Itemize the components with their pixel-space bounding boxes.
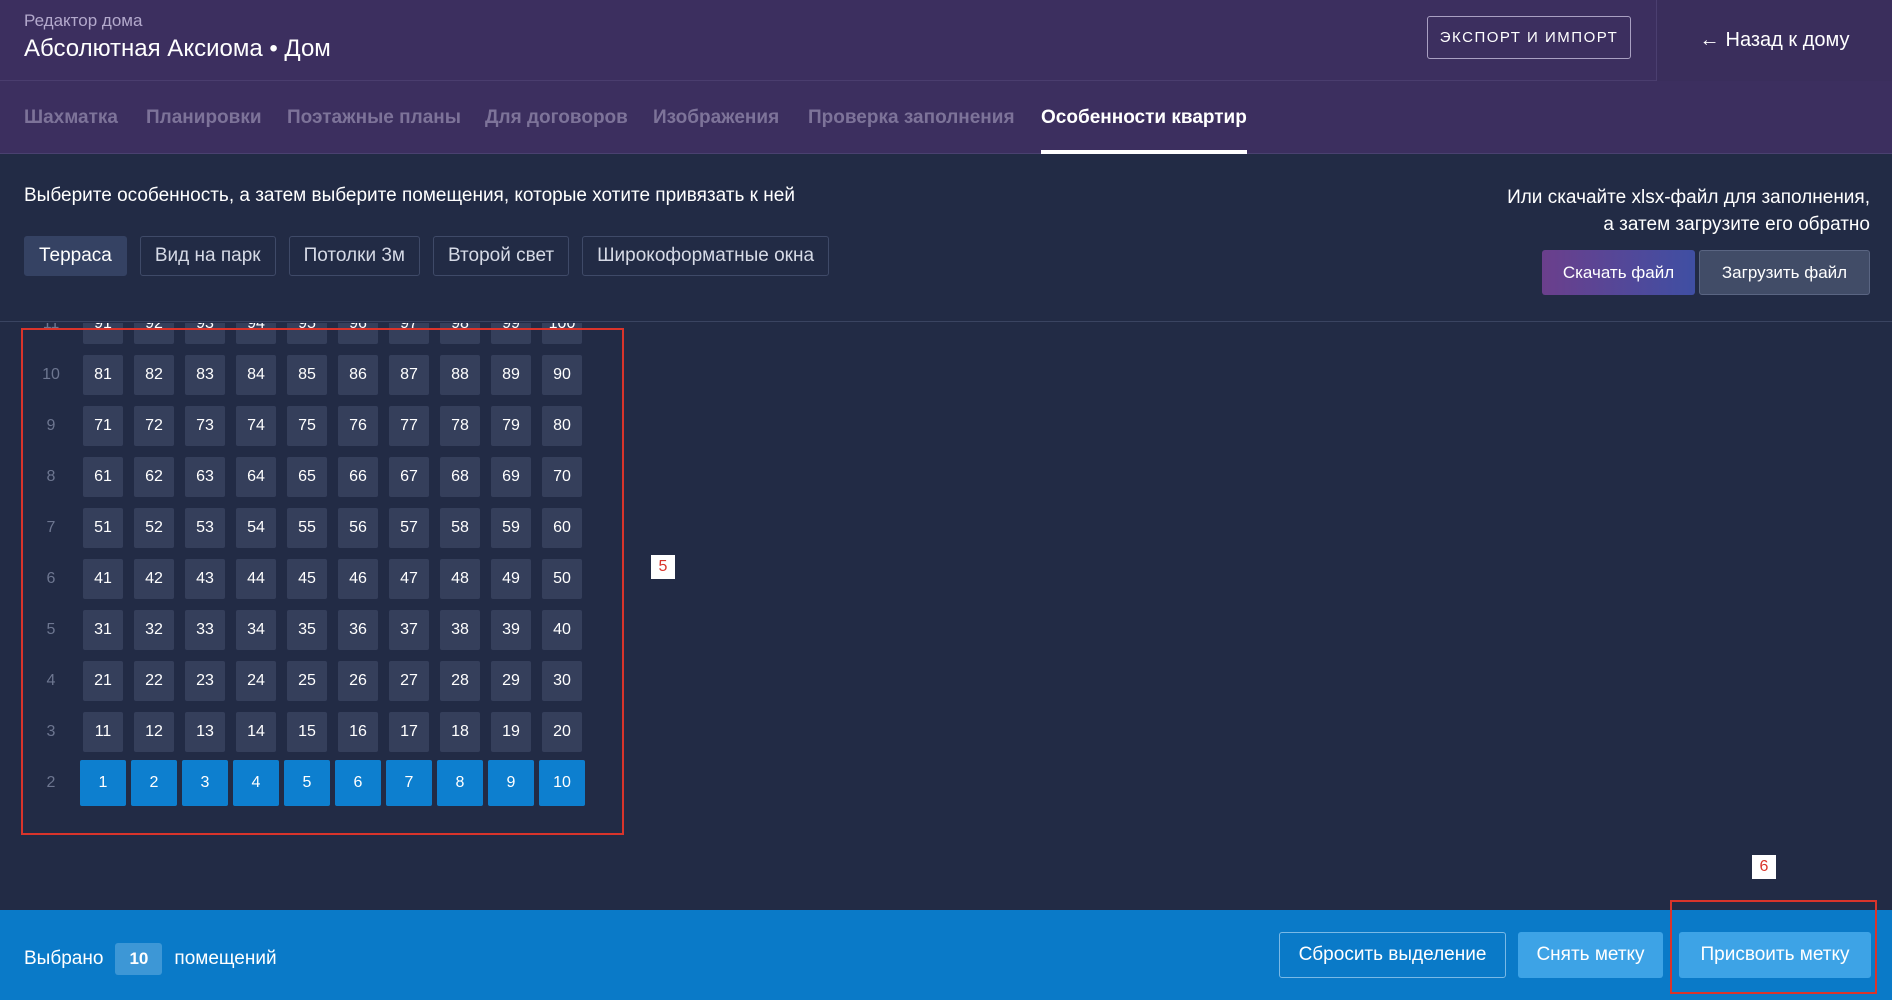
download-file-button[interactable]: Скачать файл bbox=[1542, 250, 1695, 295]
back-label: Назад к дому bbox=[1725, 29, 1850, 51]
selected-suffix: помещений bbox=[174, 948, 277, 969]
annotation-label-assign: 6 bbox=[1752, 855, 1776, 879]
arrow-left-icon: ← bbox=[1699, 29, 1720, 51]
tab-chessboard[interactable]: Шахматка bbox=[24, 81, 118, 154]
feature-chip-wide-windows[interactable]: Широкоформатные окна bbox=[582, 236, 830, 276]
tab-fill-check[interactable]: Проверка заполнения bbox=[808, 81, 1015, 154]
download-hint: Или скачайте xlsx-файл для заполнения, а… bbox=[1507, 184, 1870, 238]
feature-chip-second-light[interactable]: Второй свет bbox=[432, 236, 570, 276]
feature-instructions: Выберите особенность, а затем выберите п… bbox=[24, 185, 795, 206]
reset-selection-button[interactable]: Сбросить выделение bbox=[1279, 932, 1506, 978]
feature-chip-terrace[interactable]: Терраса bbox=[24, 236, 127, 276]
header-bar: Редактор дома Абсолютная Аксиома • Дом Э… bbox=[0, 0, 1892, 81]
tab-apartment-features[interactable]: Особенности квартир bbox=[1041, 81, 1247, 154]
selected-count-badge: 10 bbox=[115, 943, 163, 975]
upload-file-button[interactable]: Загрузить файл bbox=[1699, 250, 1870, 295]
back-to-house-button[interactable]: ← Назад к дому bbox=[1656, 0, 1892, 81]
feature-chips: Терраса Вид на парк Потолки 3м Второй св… bbox=[24, 236, 830, 276]
remove-tag-button[interactable]: Снять метку bbox=[1518, 932, 1663, 978]
annotation-box-assign bbox=[1670, 900, 1877, 994]
tab-images[interactable]: Изображения bbox=[653, 81, 779, 154]
annotation-box-grid bbox=[21, 328, 624, 835]
tab-floor-plans[interactable]: Поэтажные планы bbox=[287, 81, 461, 154]
tab-contracts[interactable]: Для договоров bbox=[485, 81, 628, 154]
feature-chip-ceilings[interactable]: Потолки 3м bbox=[288, 236, 420, 276]
selection-bar: Выбрано 10 помещений Сбросить выделение … bbox=[0, 910, 1892, 1000]
selection-summary: Выбрано 10 помещений bbox=[24, 943, 277, 975]
tab-layouts[interactable]: Планировки bbox=[146, 81, 262, 154]
page-subtitle: Редактор дома bbox=[24, 11, 143, 30]
selected-prefix: Выбрано bbox=[24, 948, 104, 969]
download-hint-line-2: а затем загрузите его обратно bbox=[1603, 214, 1870, 235]
feature-chip-park-view[interactable]: Вид на парк bbox=[139, 236, 276, 276]
annotation-label-grid: 5 bbox=[651, 555, 675, 579]
download-hint-line-1: Или скачайте xlsx-файл для заполнения, bbox=[1507, 187, 1870, 208]
tab-bar: Шахматка Планировки Поэтажные планы Для … bbox=[0, 81, 1892, 154]
export-import-button[interactable]: ЭКСПОРТ И ИМПОРТ bbox=[1427, 16, 1631, 59]
feature-panel: Выберите особенность, а затем выберите п… bbox=[0, 154, 1892, 322]
page-title: Абсолютная Аксиома • Дом bbox=[24, 35, 331, 62]
